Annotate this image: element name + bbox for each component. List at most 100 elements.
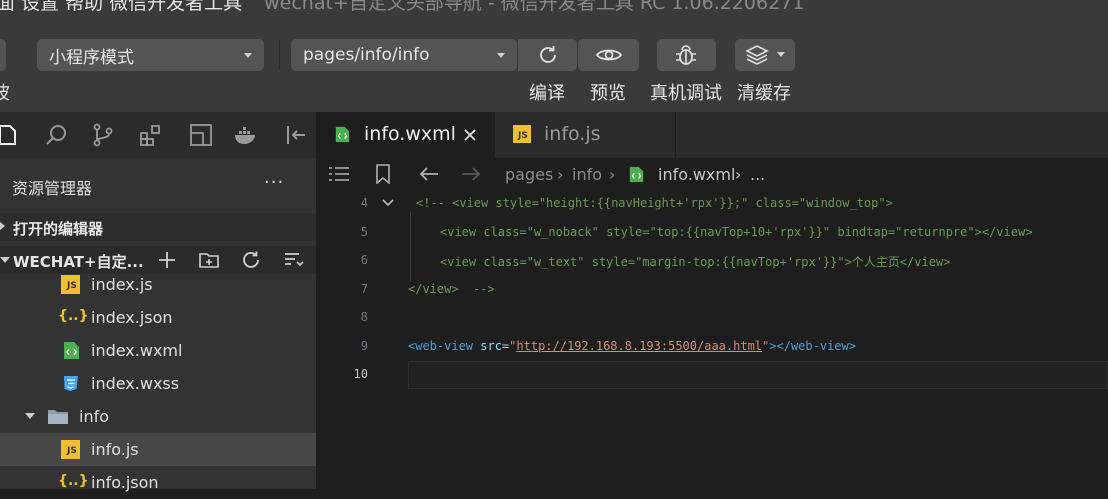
- extensions-icon[interactable]: [138, 122, 164, 148]
- mode-select-value: 小程序模式: [49, 47, 134, 68]
- left-toolbar-label: 波: [0, 83, 10, 104]
- tree-item-label: index.wxss: [91, 374, 180, 393]
- tree-item-index-js[interactable]: JS index.js: [0, 268, 316, 301]
- open-editors-section[interactable]: 打开的编辑器: [0, 213, 316, 241]
- close-icon[interactable]: [463, 128, 477, 142]
- tree-item-index-json[interactable]: {..} index.json: [0, 301, 316, 334]
- line-number: 5: [360, 225, 368, 239]
- page-select-value: pages/info/info: [303, 45, 430, 65]
- chevron-down-icon: [777, 52, 785, 57]
- code-line: </view> -->: [408, 282, 495, 296]
- activity-bar: [0, 112, 316, 159]
- source-control-icon[interactable]: [90, 122, 116, 148]
- tree-item-label: info.js: [91, 440, 139, 459]
- remote-debug-button[interactable]: [657, 39, 716, 71]
- tree-item-label: index.wxml: [91, 341, 183, 360]
- toolbar-divider: [279, 40, 280, 70]
- folder-icon: [48, 410, 68, 424]
- tree-item-info-js[interactable]: JS info.js: [0, 433, 316, 466]
- indent-guide: [410, 212, 411, 282]
- breadcrumb-item[interactable]: info.wxml: [658, 165, 735, 184]
- line-number: 7: [360, 282, 368, 296]
- tree-item-info-folder[interactable]: info: [0, 400, 316, 433]
- layout-icon[interactable]: [188, 122, 214, 148]
- wxml-file-icon: [629, 166, 644, 183]
- json-file-icon: {..}: [58, 473, 89, 489]
- editor-tab-bar: info.wxml JS info.js: [316, 112, 1108, 158]
- search-icon[interactable]: [44, 122, 70, 148]
- chevron-down-icon: [244, 52, 252, 58]
- chevron-right-icon: ›: [557, 165, 564, 184]
- js-file-icon: JS: [61, 275, 80, 294]
- fold-chevron-icon[interactable]: [382, 198, 394, 208]
- chevron-down-icon: [497, 52, 505, 58]
- breadcrumb-item[interactable]: info: [572, 165, 602, 184]
- tree-item-index-wxml[interactable]: index.wxml: [0, 334, 316, 367]
- tree-item-label: index.js: [91, 275, 153, 294]
- docker-icon[interactable]: [233, 122, 259, 148]
- tree-item-label: info: [79, 407, 110, 426]
- bug-icon: [676, 45, 696, 65]
- line-number: 4: [360, 196, 368, 210]
- code-token: <web-view: [408, 339, 474, 353]
- menu-items[interactable]: 面 设置 帮助 微信开发者工具: [0, 0, 242, 14]
- code-editor[interactable]: 4 <!-- <view style="height:{{navHeight+'…: [316, 190, 1108, 489]
- tree-item-label: info.json: [91, 473, 159, 492]
- code-token: src=: [473, 339, 510, 353]
- code-link[interactable]: http://192.168.8.193:5500/aaa.html: [516, 339, 762, 353]
- code-line: <web-view src="http://192.168.8.193:5500…: [408, 339, 856, 353]
- eye-icon: [595, 49, 623, 61]
- chevron-right-icon: ›: [609, 165, 616, 184]
- tab-info-js[interactable]: JS info.js: [496, 112, 676, 158]
- forward-arrow-icon[interactable]: [460, 166, 482, 182]
- files-icon[interactable]: [0, 122, 22, 148]
- chevron-right-icon: ›: [735, 165, 742, 184]
- bookmark-icon[interactable]: [375, 164, 391, 184]
- tree-item-info-json[interactable]: {..} info.json: [0, 466, 316, 499]
- code-line: <!-- <view style="height:{{navHeight+'rp…: [416, 196, 893, 210]
- window-title: wechat+自定义头部导航 - 微信开发者工具 RC 1.06.2206271: [264, 0, 805, 14]
- explorer-title: 资源管理器: [12, 179, 93, 198]
- wxml-file-icon: [64, 342, 79, 359]
- mode-select[interactable]: 小程序模式: [37, 39, 264, 71]
- breadcrumb: pages › info › info.wxml › ...: [316, 158, 1108, 190]
- clear-cache-button[interactable]: [735, 39, 795, 71]
- compile-label: 编译: [529, 83, 565, 104]
- line-number: 10: [353, 367, 368, 381]
- tree-item-label: index.json: [91, 308, 173, 327]
- page-select[interactable]: pages/info/info: [291, 39, 517, 71]
- tab-label: info.wxml: [364, 123, 456, 145]
- compile-button[interactable]: [518, 39, 577, 71]
- back-arrow-icon[interactable]: [418, 166, 440, 182]
- clear-cache-label: 清缓存: [737, 83, 791, 104]
- remote-debug-label: 真机调试: [650, 83, 722, 104]
- chevron-down-icon: [25, 413, 35, 419]
- tab-info-wxml[interactable]: info.wxml: [316, 112, 495, 158]
- open-editors-label: 打开的编辑器: [13, 220, 104, 238]
- json-file-icon: {..}: [58, 308, 89, 324]
- code-line: <view class="w_noback" style="top:{{navT…: [440, 225, 1033, 239]
- layers-icon: [745, 45, 769, 65]
- chevron-down-icon: [0, 257, 10, 263]
- current-line-highlight: [408, 361, 1108, 389]
- tree-item-index-wxss[interactable]: index.wxss: [0, 367, 316, 400]
- list-icon[interactable]: [328, 166, 350, 182]
- simulator-toggle-button[interactable]: [0, 39, 6, 71]
- line-number: 8: [360, 310, 368, 324]
- wxss-file-icon: [64, 376, 78, 391]
- wxml-file-icon: [335, 126, 350, 143]
- more-icon[interactable]: ···: [264, 172, 284, 193]
- js-file-icon: JS: [513, 125, 531, 143]
- breadcrumb-item[interactable]: ...: [750, 165, 765, 184]
- toolbar: 波 小程序模式 pages/info/info 编译 预览 真机调试 清缓存: [0, 22, 1108, 112]
- menu-bar: 面 设置 帮助 微信开发者工具 wechat+自定义头部导航 - 微信开发者工具 …: [0, 0, 1108, 22]
- chevron-right-icon: [0, 221, 5, 231]
- preview-button[interactable]: [578, 39, 639, 71]
- breadcrumb-item[interactable]: pages: [505, 165, 553, 184]
- line-number: 9: [360, 339, 368, 353]
- collapse-panel-icon[interactable]: [283, 122, 309, 148]
- preview-label: 预览: [590, 83, 626, 104]
- refresh-icon: [540, 46, 556, 63]
- explorer-sidebar: 资源管理器 ··· 打开的编辑器 WECHAT+自定... JS index.j…: [0, 158, 316, 492]
- js-file-icon: JS: [61, 440, 80, 459]
